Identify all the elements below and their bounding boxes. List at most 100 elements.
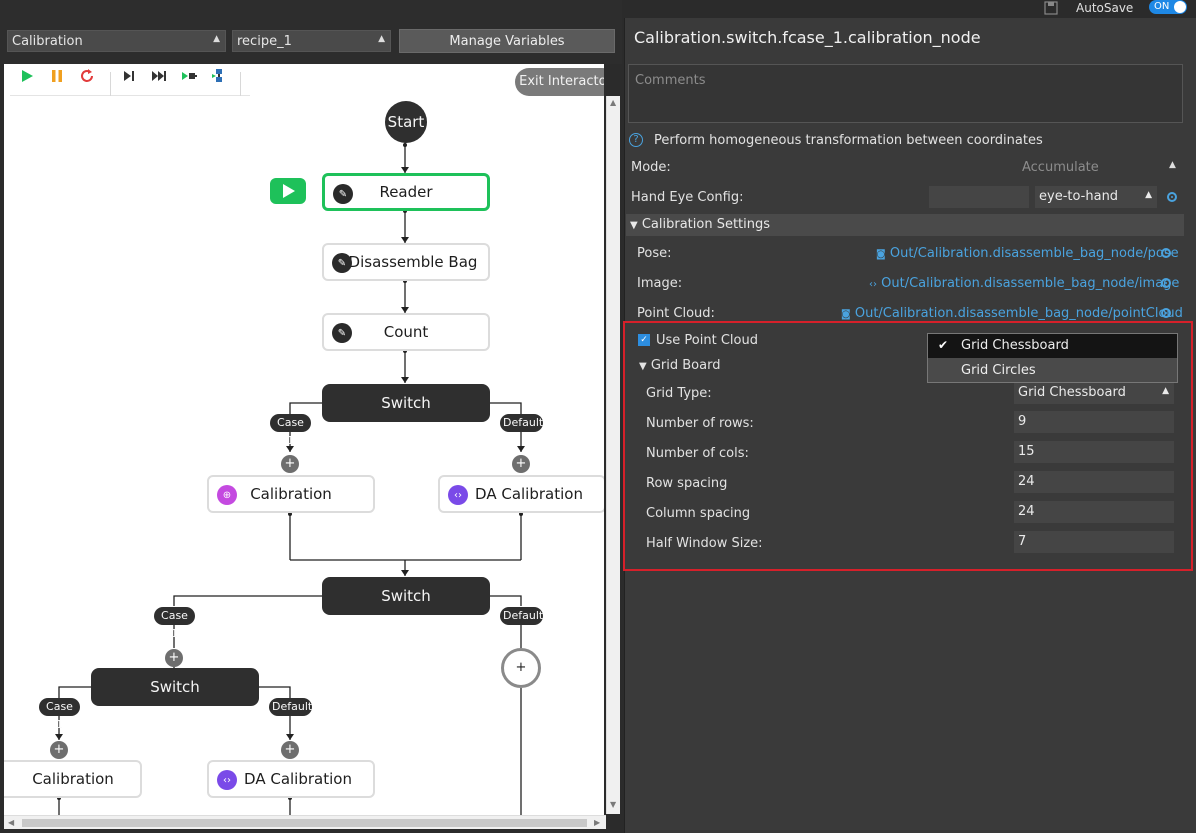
horizontal-scrollbar[interactable]: ◀ ▶ [4, 815, 606, 829]
flow-graph-canvas[interactable]: Exit Interactor Start ✎ Reader ✎ Disasse… [4, 64, 604, 815]
use-point-cloud-label: Use Point Cloud [656, 333, 758, 348]
scroll-right-icon[interactable]: ▶ [594, 818, 600, 827]
point-cloud-binding-icon[interactable] [1161, 308, 1171, 318]
save-icon[interactable] [1044, 1, 1058, 15]
add-node-button[interactable]: + [165, 649, 183, 667]
updown-arrow-icon: ▲ [1162, 386, 1169, 396]
dropdown-option-grid-circles[interactable]: Grid Circles [928, 359, 1177, 383]
pose-binding-icon[interactable] [1161, 248, 1171, 258]
hand-eye-config-select[interactable]: eye-to-hand ▲ [1035, 186, 1157, 208]
half-window-size-label: Half Window Size: [646, 536, 763, 551]
collapse-triangle-icon: ▼ [630, 220, 638, 231]
grid-type-select[interactable]: Grid Chessboard ▲ [1014, 382, 1174, 404]
project-select-value: Calibration [12, 34, 83, 49]
switch-node-3[interactable]: Switch [91, 668, 259, 706]
image-label: Image: [637, 276, 683, 291]
mode-select[interactable]: Accumulate [1022, 160, 1099, 175]
da-calibration-node[interactable]: ‹› DA Calibration [438, 475, 604, 513]
half-window-size-input[interactable]: 7 [1014, 531, 1174, 553]
collapse-triangle-icon: ▼ [639, 361, 647, 372]
hand-eye-config-value: eye-to-hand [1039, 189, 1119, 204]
point-cloud-link[interactable]: ◙ Out/Calibration.disassemble_bag_node/p… [841, 306, 1183, 321]
node-path-title: Calibration.switch.fcase_1.calibration_n… [634, 28, 981, 47]
da-calibration-node-2[interactable]: ‹› DA Calibration [207, 760, 375, 798]
code-icon: ‹› [217, 770, 237, 790]
point-cloud-link-text: Out/Calibration.disassemble_bag_node/poi… [854, 306, 1183, 321]
updown-arrow-icon: ▲ [1169, 160, 1176, 170]
checkmark-icon: ✔ [938, 338, 949, 352]
toggle-knob [1174, 1, 1186, 13]
start-node[interactable]: Start [385, 101, 427, 143]
grid-type-label: Grid Type: [646, 386, 712, 401]
disassemble-bag-node-label: Disassemble Bag [348, 253, 478, 271]
dropdown-option-grid-chessboard[interactable]: ✔ Grid Chessboard [928, 334, 1177, 358]
row-spacing-input[interactable]: 24 [1014, 471, 1174, 493]
comments-placeholder: Comments [635, 73, 706, 88]
help-icon[interactable]: ? [629, 133, 643, 147]
case-1-label: Case 1 [39, 698, 80, 731]
point-cloud-label: Point Cloud: [637, 306, 715, 321]
autosave-toggle[interactable]: ON [1149, 0, 1187, 14]
calibration-node-2[interactable]: ⊕ Calibration [4, 760, 142, 798]
add-node-button[interactable]: + [281, 741, 299, 759]
count-node-label: Count [383, 323, 429, 341]
calibration-node-label: Calibration [250, 485, 332, 503]
pose-link[interactable]: ◙ Out/Calibration.disassemble_bag_node/p… [876, 246, 1179, 261]
rows-label: Number of rows: [646, 416, 754, 431]
default-label: Default [500, 607, 543, 625]
grid-type-value: Grid Chessboard [1018, 385, 1126, 400]
image-binding-icon[interactable] [1161, 278, 1171, 288]
rows-input[interactable]: 9 [1014, 411, 1174, 433]
calibration-node[interactable]: ⊕ Calibration [207, 475, 375, 513]
recipe-select[interactable]: recipe_1 ▲ [232, 30, 391, 52]
running-play-indicator [270, 178, 306, 204]
add-node-button[interactable]: + [50, 741, 68, 759]
tool-icon: ✎ [333, 184, 353, 204]
case-1-label: Case 1 [154, 607, 195, 640]
switch-node-2[interactable]: Switch [322, 577, 490, 615]
tool-icon: ✎ [332, 323, 352, 343]
scroll-left-icon[interactable]: ◀ [8, 818, 14, 827]
cols-label: Number of cols: [646, 446, 749, 461]
camera-icon: ◙ [841, 309, 851, 320]
da-calibration-node-label: DA Calibration [244, 770, 352, 788]
reader-node[interactable]: ✎ Reader [322, 173, 490, 211]
mode-label: Mode: [631, 160, 671, 175]
scroll-down-icon[interactable]: ▼ [610, 800, 616, 809]
horizontal-scroll-thumb[interactable] [22, 819, 587, 827]
disassemble-bag-node[interactable]: ✎ Disassemble Bag [322, 243, 490, 281]
hand-eye-config-binding-icon[interactable] [1167, 192, 1177, 202]
autosave-toggle-text: ON [1154, 1, 1170, 12]
play-icon [283, 184, 295, 198]
comments-input[interactable]: Comments [628, 64, 1183, 123]
image-link-text: Out/Calibration.disassemble_bag_node/ima… [881, 276, 1180, 291]
add-node-button[interactable]: + [281, 455, 299, 473]
da-calibration-node-label: DA Calibration [475, 485, 583, 503]
grid-type-dropdown: ✔ Grid Chessboard Grid Circles [927, 333, 1178, 383]
grid-board-header[interactable]: ▼ Grid Board [639, 358, 720, 373]
graph-toolbar-area: Calibration ▲ recipe_1 ▲ Manage Variable… [0, 0, 622, 64]
switch-node-1[interactable]: Switch [322, 384, 490, 422]
add-node-large-button[interactable]: + [501, 648, 541, 688]
scroll-up-icon[interactable]: ▲ [610, 98, 616, 107]
cols-input[interactable]: 15 [1014, 441, 1174, 463]
add-node-button[interactable]: + [512, 455, 530, 473]
image-link[interactable]: ‹› Out/Calibration.disassemble_bag_node/… [869, 276, 1179, 291]
node-description: Perform homogeneous transformation betwe… [654, 133, 1043, 148]
column-spacing-input[interactable]: 24 [1014, 501, 1174, 523]
row-spacing-label: Row spacing [646, 476, 728, 491]
project-select[interactable]: Calibration ▲ [7, 30, 226, 52]
calibration-settings-header[interactable]: ▼ Calibration Settings [626, 214, 1184, 236]
calibration-node-label: Calibration [32, 770, 114, 788]
case-1-label: Case 1 [270, 414, 311, 447]
count-node[interactable]: ✎ Count [322, 313, 490, 351]
tool-icon: ✎ [332, 253, 352, 273]
updown-arrow-icon: ▲ [1145, 190, 1152, 200]
default-label: Default [500, 414, 543, 432]
manage-variables-button[interactable]: Manage Variables [399, 29, 615, 53]
vertical-scrollbar[interactable]: ▲ ▼ [606, 96, 620, 814]
pose-label: Pose: [637, 246, 672, 261]
hand-eye-extra-field[interactable] [929, 186, 1029, 208]
use-point-cloud-checkbox[interactable]: ✓ [638, 334, 650, 346]
grid-board-label: Grid Board [650, 358, 721, 373]
